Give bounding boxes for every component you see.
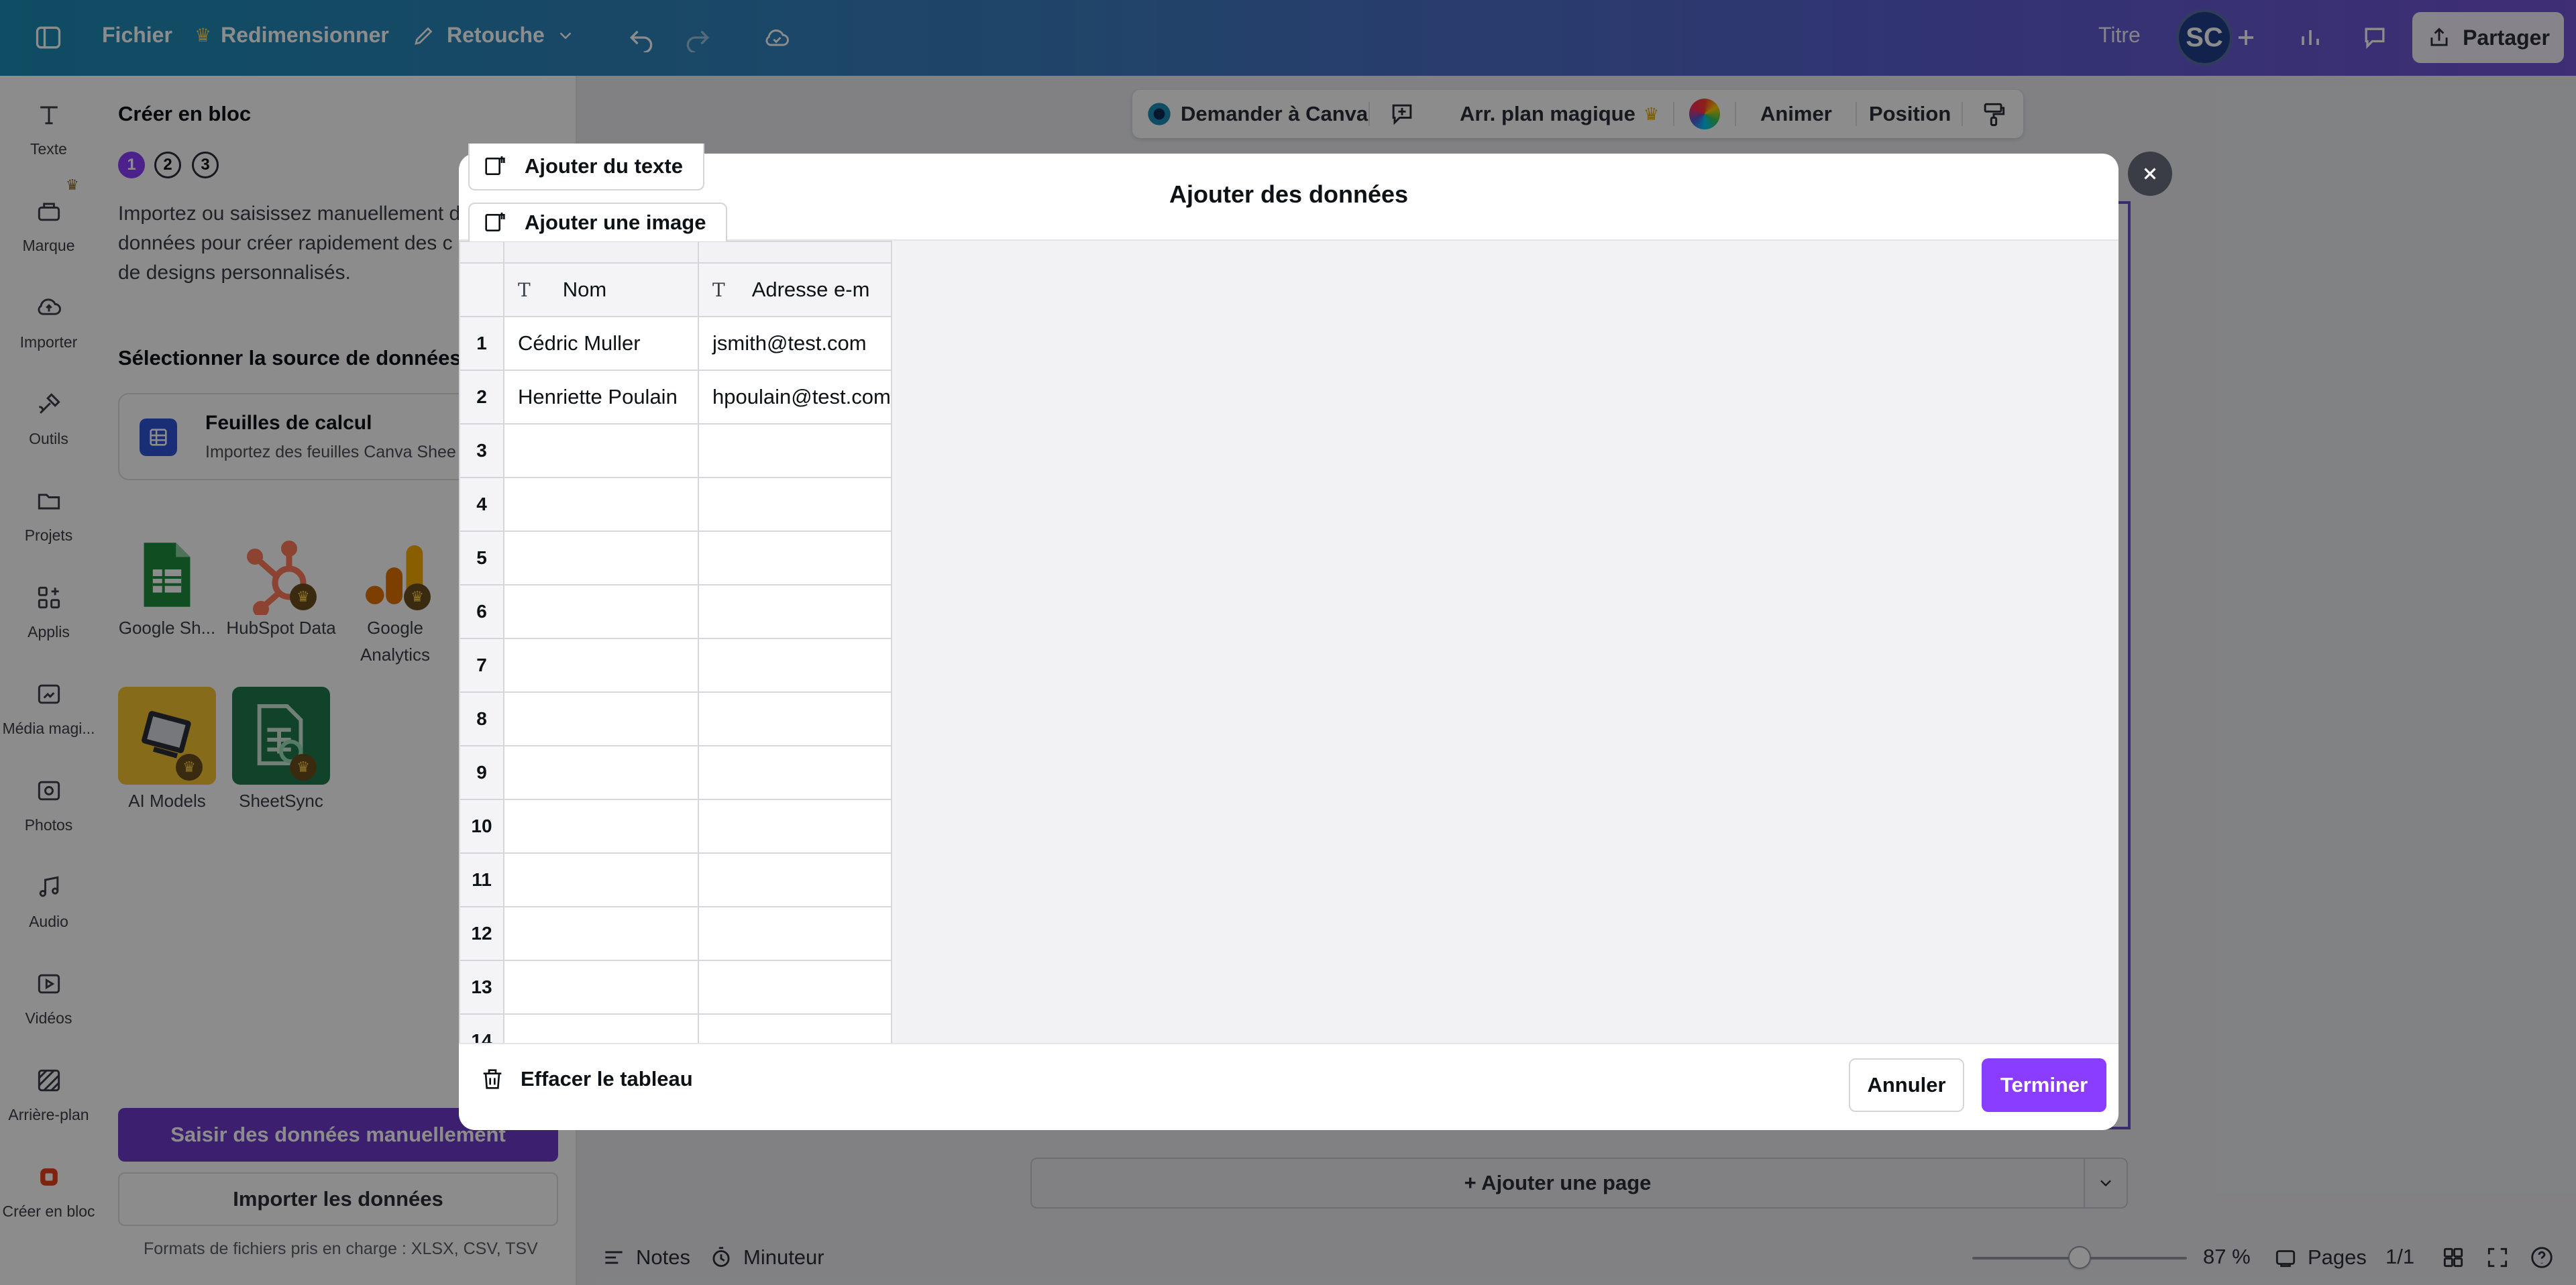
column-strip	[503, 241, 699, 264]
column-header-name[interactable]: T Nom	[503, 262, 699, 317]
row-number[interactable]: 14	[459, 1013, 504, 1043]
add-text-icon	[485, 156, 505, 175]
table-row: 1 Cédric Muller jsmith@test.com	[459, 316, 892, 371]
table-row: 9	[459, 745, 892, 800]
cell-email[interactable]	[698, 477, 892, 532]
table-row: 5	[459, 530, 892, 585]
grid-corner	[459, 241, 504, 264]
cell-name[interactable]	[503, 691, 699, 746]
cell-name[interactable]	[503, 852, 699, 907]
cell-email[interactable]	[698, 638, 892, 693]
row-number[interactable]: 4	[459, 477, 504, 532]
cancel-button[interactable]: Annuler	[1849, 1058, 1964, 1112]
clear-table-button[interactable]: Effacer le tableau	[479, 1066, 693, 1093]
trash-icon	[483, 1069, 502, 1089]
cell-email[interactable]	[698, 960, 892, 1015]
table-row: 10	[459, 799, 892, 854]
table-row: 12	[459, 906, 892, 961]
add-image-icon	[485, 213, 505, 231]
add-text-label: Ajouter du texte	[525, 154, 683, 178]
cell-email[interactable]	[698, 745, 892, 800]
table-row: 14	[459, 1013, 892, 1043]
table-row: 7	[459, 638, 892, 693]
cell-name[interactable]	[503, 530, 699, 585]
column-strip	[698, 241, 892, 264]
add-image-button[interactable]: Ajouter une image	[468, 203, 728, 241]
cell-email[interactable]	[698, 530, 892, 585]
row-number[interactable]: 5	[459, 530, 504, 585]
add-image-label: Ajouter une image	[525, 211, 706, 234]
cell-name[interactable]	[503, 906, 699, 961]
cell-name[interactable]	[503, 1013, 699, 1043]
cell-email[interactable]	[698, 1013, 892, 1043]
cell-name[interactable]	[503, 745, 699, 800]
row-number[interactable]: 1	[459, 316, 504, 371]
dialog-footer: Effacer le tableau Annuler Terminer	[459, 1046, 2118, 1130]
text-type-icon: T	[712, 278, 725, 301]
clear-table-label: Effacer le tableau	[521, 1067, 693, 1091]
close-icon	[2144, 168, 2156, 180]
text-type-icon: T	[518, 278, 531, 301]
column-header-label: Adresse e-m	[751, 278, 870, 301]
cell-email[interactable]	[698, 584, 892, 639]
cell-name[interactable]: Henriette Poulain	[503, 370, 699, 425]
table-row: 11	[459, 852, 892, 907]
table-row: 13	[459, 960, 892, 1015]
cell-email[interactable]: hpoulain@test.com	[698, 370, 892, 425]
column-header-email[interactable]: T Adresse e-m	[698, 262, 892, 317]
table-row: 2 Henriette Poulain hpoulain@test.com	[459, 370, 892, 425]
cell-email[interactable]	[698, 906, 892, 961]
cell-email[interactable]: jsmith@test.com	[698, 316, 892, 371]
cell-email[interactable]	[698, 852, 892, 907]
cell-name[interactable]: Cédric Muller	[503, 316, 699, 371]
row-number[interactable]: 2	[459, 370, 504, 425]
finish-button[interactable]: Terminer	[1982, 1058, 2106, 1112]
header-corner	[459, 262, 504, 317]
cell-email[interactable]	[698, 799, 892, 854]
close-dialog-button[interactable]	[2128, 152, 2172, 196]
row-number[interactable]: 7	[459, 638, 504, 693]
table-row: 6	[459, 584, 892, 639]
cell-email[interactable]	[698, 423, 892, 478]
cell-name[interactable]	[503, 584, 699, 639]
row-number[interactable]: 8	[459, 691, 504, 746]
cell-name[interactable]	[503, 799, 699, 854]
row-number[interactable]: 12	[459, 906, 504, 961]
cell-name[interactable]	[503, 960, 699, 1015]
cell-name[interactable]	[503, 477, 699, 532]
row-number[interactable]: 3	[459, 423, 504, 478]
table-row: 3	[459, 423, 892, 478]
row-number[interactable]: 6	[459, 584, 504, 639]
cell-email[interactable]	[698, 691, 892, 746]
cell-name[interactable]	[503, 423, 699, 478]
data-grid-area: T Nom T Adresse e-m 1 Cédric Muller jsmith@t…	[459, 239, 2118, 1044]
row-number[interactable]: 11	[459, 852, 504, 907]
row-number[interactable]: 10	[459, 799, 504, 854]
row-number[interactable]: 9	[459, 745, 504, 800]
table-row: 4	[459, 477, 892, 532]
cell-name[interactable]	[503, 638, 699, 693]
add-text-button[interactable]: Ajouter du texte	[468, 144, 704, 190]
table-row: 8	[459, 691, 892, 746]
row-number[interactable]: 13	[459, 960, 504, 1015]
add-data-dialog: Ajouter des données TNom TAdresse e-m	[459, 154, 2118, 1130]
column-header-label: Nom	[562, 278, 607, 301]
data-table: T Nom T Adresse e-m 1 Cédric Muller jsmith@t…	[459, 241, 892, 1043]
